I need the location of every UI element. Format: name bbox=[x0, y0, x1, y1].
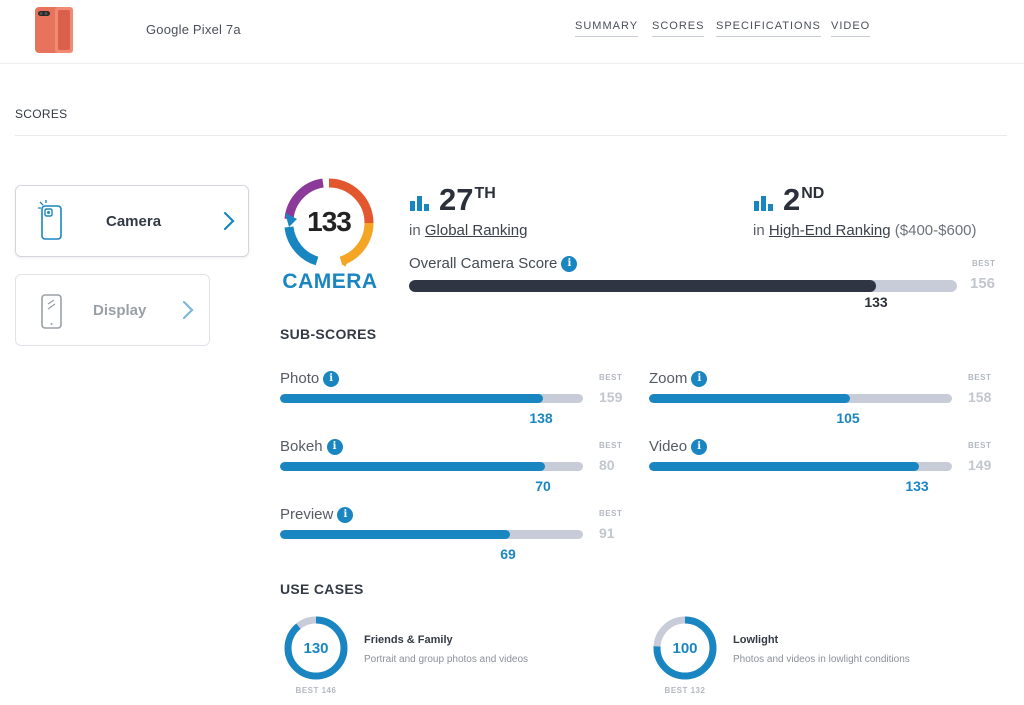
usecase-friends-family-title: Friends & Family bbox=[364, 634, 453, 646]
ranking-bars-icon bbox=[410, 196, 429, 211]
subscore-video-bar bbox=[649, 462, 952, 471]
subscore-video-best: 149 bbox=[968, 457, 992, 473]
overall-score-value: 133 bbox=[864, 294, 888, 310]
overall-score-bar-fill bbox=[409, 280, 876, 292]
section-divider bbox=[15, 135, 1007, 136]
usecase-friends-family-best: BEST 146 bbox=[295, 686, 337, 695]
subscores-heading: SUB-SCORES bbox=[280, 326, 377, 342]
subscore-bokeh-value: 70 bbox=[535, 478, 551, 494]
subscore-preview-bar bbox=[280, 530, 583, 539]
ranking-bars-icon bbox=[754, 196, 773, 211]
overall-score-label: Overall Camera Score i bbox=[409, 255, 578, 273]
nav-specifications[interactable]: SPECIFICATIONS bbox=[716, 20, 821, 37]
best-label: BEST bbox=[599, 441, 623, 450]
category-display-label: Display bbox=[93, 302, 147, 319]
subscore-photo-value: 138 bbox=[529, 410, 553, 426]
info-icon[interactable]: i bbox=[337, 507, 354, 524]
subscore-photo-label: Photo i bbox=[280, 370, 340, 388]
high-end-ranking-link[interactable]: High-End Ranking bbox=[769, 222, 891, 239]
subscore-video-label: Video i bbox=[649, 438, 708, 456]
usecase-friends-family-value: 130 bbox=[303, 640, 329, 657]
subscore-bokeh-label: Bokeh i bbox=[280, 438, 343, 456]
subscore-zoom-bar bbox=[649, 394, 952, 403]
subscore-photo-bar-fill bbox=[280, 394, 543, 403]
info-icon[interactable]: i bbox=[323, 371, 340, 388]
usecase-lowlight-title: Lowlight bbox=[733, 634, 779, 646]
info-icon[interactable]: i bbox=[691, 371, 708, 388]
subscore-zoom-best: 158 bbox=[968, 389, 992, 405]
best-label: BEST bbox=[968, 373, 992, 382]
camera-score-value: 133 bbox=[307, 206, 352, 237]
global-rank-number: 27TH bbox=[439, 182, 496, 217]
subscore-photo-bar bbox=[280, 394, 583, 403]
subscore-preview-bar-fill bbox=[280, 530, 510, 539]
overall-score-bar bbox=[409, 280, 957, 292]
section-title: SCORES bbox=[15, 107, 68, 121]
info-icon[interactable]: i bbox=[561, 256, 578, 273]
segment-rank-caption: in High-End Ranking ($400-$600) bbox=[753, 222, 977, 239]
subscore-video-bar-fill bbox=[649, 462, 919, 471]
phone-thumbnail bbox=[35, 7, 73, 53]
usecase-friends-family-description: Portrait and group photos and videos bbox=[364, 654, 528, 665]
chevron-right-icon bbox=[223, 211, 235, 231]
camera-score-label: CAMERA bbox=[282, 270, 378, 293]
chevron-right-icon bbox=[182, 300, 194, 320]
subscore-preview-best: 91 bbox=[599, 525, 615, 541]
info-icon[interactable]: i bbox=[691, 439, 708, 456]
subscore-bokeh-bar-fill bbox=[280, 462, 545, 471]
category-camera-card[interactable]: Camera bbox=[15, 185, 249, 257]
usecase-lowlight-description: Photos and videos in lowlight conditions bbox=[733, 654, 910, 665]
usecase-lowlight-value: 100 bbox=[672, 640, 698, 657]
subscore-zoom-value: 105 bbox=[836, 410, 860, 426]
nav-scores[interactable]: SCORES bbox=[652, 20, 705, 37]
best-label: BEST bbox=[599, 509, 623, 518]
overall-best-value: 156 bbox=[970, 275, 996, 292]
subscore-preview-label: Preview i bbox=[280, 506, 354, 524]
subscore-bokeh-best: 80 bbox=[599, 457, 615, 473]
best-label: BEST bbox=[599, 373, 623, 382]
best-label: BEST bbox=[972, 259, 996, 268]
subscore-zoom-label: Zoom i bbox=[649, 370, 708, 388]
phone-display-icon bbox=[41, 294, 62, 329]
usecase-lowlight-best: BEST 132 bbox=[664, 686, 706, 695]
subscore-photo-best: 159 bbox=[599, 389, 623, 405]
top-header: Google Pixel 7a SUMMARY SCORES SPECIFICA… bbox=[0, 0, 1024, 64]
nav-summary[interactable]: SUMMARY bbox=[575, 20, 639, 37]
global-ranking-link[interactable]: Global Ranking bbox=[425, 222, 528, 239]
subscore-video-value: 133 bbox=[905, 478, 929, 494]
device-title: Google Pixel 7a bbox=[146, 22, 241, 37]
info-icon[interactable]: i bbox=[326, 439, 343, 456]
use-cases-heading: USE CASES bbox=[280, 581, 364, 597]
subscore-bokeh-bar bbox=[280, 462, 583, 471]
segment-rank-number: 2ND bbox=[783, 182, 825, 217]
category-camera-label: Camera bbox=[106, 213, 162, 230]
phone-camera-icon bbox=[38, 200, 62, 240]
subscore-preview-value: 69 bbox=[500, 546, 516, 562]
best-label: BEST bbox=[968, 441, 992, 450]
category-display-card[interactable]: Display bbox=[15, 274, 210, 346]
nav-video[interactable]: VIDEO bbox=[831, 20, 871, 37]
subscore-zoom-bar-fill bbox=[649, 394, 850, 403]
global-rank-caption: in Global Ranking bbox=[409, 222, 528, 239]
